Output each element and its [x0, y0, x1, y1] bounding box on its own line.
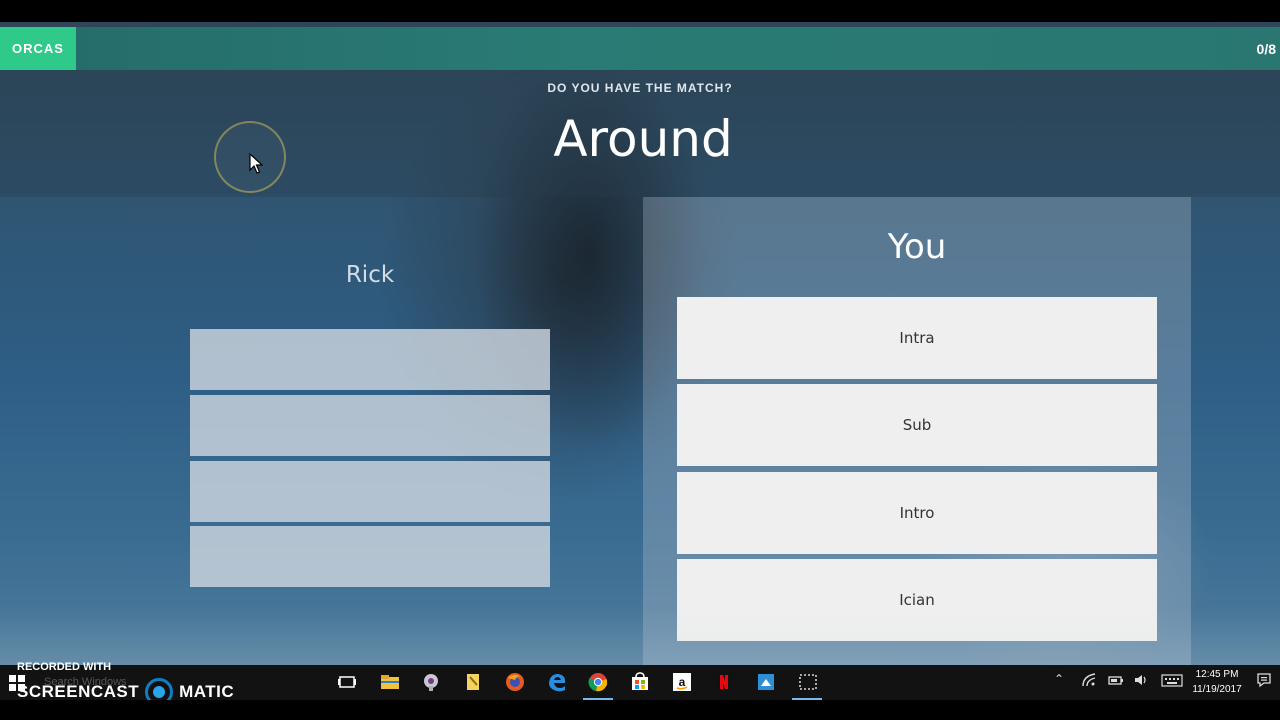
deck-name-tag[interactable]: ORCAS: [0, 27, 76, 70]
sticky-notes-icon[interactable]: [462, 671, 484, 693]
opponent-answer-slot: [190, 395, 550, 456]
answer-option[interactable]: Ician: [677, 559, 1157, 641]
app-icon[interactable]: [420, 671, 442, 693]
opponent-answer-slot: [190, 461, 550, 522]
file-explorer-icon[interactable]: [379, 671, 401, 693]
svg-text:a: a: [679, 675, 686, 689]
task-view-icon[interactable]: [336, 671, 358, 693]
snipping-tool-icon[interactable]: [797, 671, 819, 693]
edge-browser-icon[interactable]: [546, 671, 568, 693]
mouse-pointer-icon: [249, 153, 263, 174]
show-hidden-icons-chevron-icon[interactable]: ⌃: [1054, 672, 1064, 686]
answer-option[interactable]: Intra: [677, 297, 1157, 379]
clock-date: 11/19/2017: [1192, 684, 1242, 695]
answer-option[interactable]: Sub: [677, 384, 1157, 466]
store-icon[interactable]: [629, 671, 651, 693]
recorder-watermark-caption: RECORDED WITH: [17, 661, 112, 673]
header-bar: [0, 27, 1280, 70]
volume-icon[interactable]: [1133, 672, 1149, 688]
score-counter: 0/8: [1256, 40, 1276, 57]
question-prompt: DO YOU HAVE THE MATCH?: [547, 81, 733, 95]
bottom-letterbox: [0, 700, 1280, 720]
firefox-icon[interactable]: [504, 671, 526, 693]
recorder-brand-right: MATIC: [179, 682, 235, 701]
netflix-icon[interactable]: [713, 671, 735, 693]
chrome-icon[interactable]: [587, 671, 609, 693]
app-icon[interactable]: [755, 671, 777, 693]
opponent-name: Rick: [345, 262, 395, 288]
game-screen: ORCAS 0/8 DO YOU HAVE THE MATCH? Around …: [0, 22, 1280, 665]
notifications-icon[interactable]: [1256, 672, 1272, 688]
player-name: You: [887, 227, 947, 267]
battery-icon[interactable]: [1108, 672, 1124, 688]
touch-keyboard-icon[interactable]: [1161, 672, 1183, 688]
question-word: Around: [553, 110, 733, 168]
system-clock[interactable]: 12:45 PM 11/19/2017: [1186, 667, 1248, 697]
answer-option[interactable]: Intro: [677, 472, 1157, 554]
opponent-answer-slot: [190, 329, 550, 390]
recorder-brand-left: SCREENCAST: [17, 682, 140, 701]
amazon-icon[interactable]: a: [671, 671, 693, 693]
network-icon[interactable]: [1081, 672, 1097, 688]
opponent-answer-slot: [190, 526, 550, 587]
clock-time: 12:45 PM: [1195, 669, 1239, 680]
top-letterbox: [0, 0, 1280, 22]
